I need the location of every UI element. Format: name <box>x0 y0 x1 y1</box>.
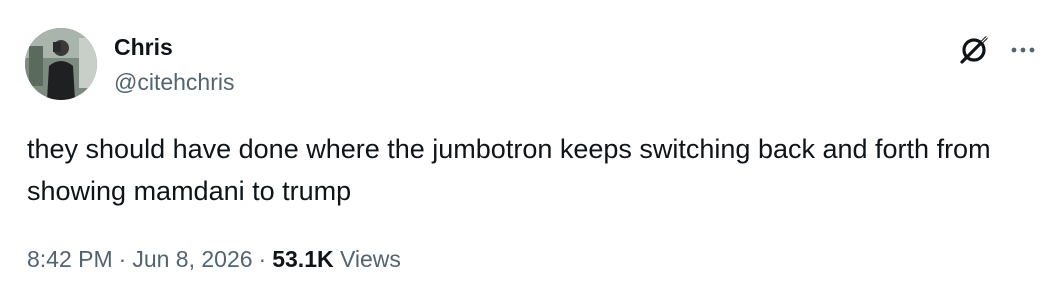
tweet-date[interactable]: Jun 8, 2026 <box>132 246 252 272</box>
tweet-card: Chris @citehchris they should have done … <box>0 0 1054 294</box>
grok-icon[interactable] <box>954 30 994 70</box>
meta-separator: · <box>258 246 267 272</box>
views-label: Views <box>339 246 401 272</box>
meta-separator: · <box>118 246 127 272</box>
avatar[interactable] <box>25 28 97 100</box>
author-info: Chris @citehchris <box>114 33 235 96</box>
tweet-time[interactable]: 8:42 PM <box>27 246 113 272</box>
views-count: 53.1K <box>272 246 334 272</box>
tweet-actions <box>954 30 1038 70</box>
avatar-image <box>25 28 97 100</box>
author-handle[interactable]: @citehchris <box>114 68 235 96</box>
author-display-name[interactable]: Chris <box>114 33 235 61</box>
tweet-text: they should have done where the jumbotro… <box>27 134 991 206</box>
tweet-meta: 8:42 PM · Jun 8, 2026 · 53.1K Views <box>27 243 401 275</box>
more-horizontal-icon[interactable] <box>1008 35 1038 65</box>
